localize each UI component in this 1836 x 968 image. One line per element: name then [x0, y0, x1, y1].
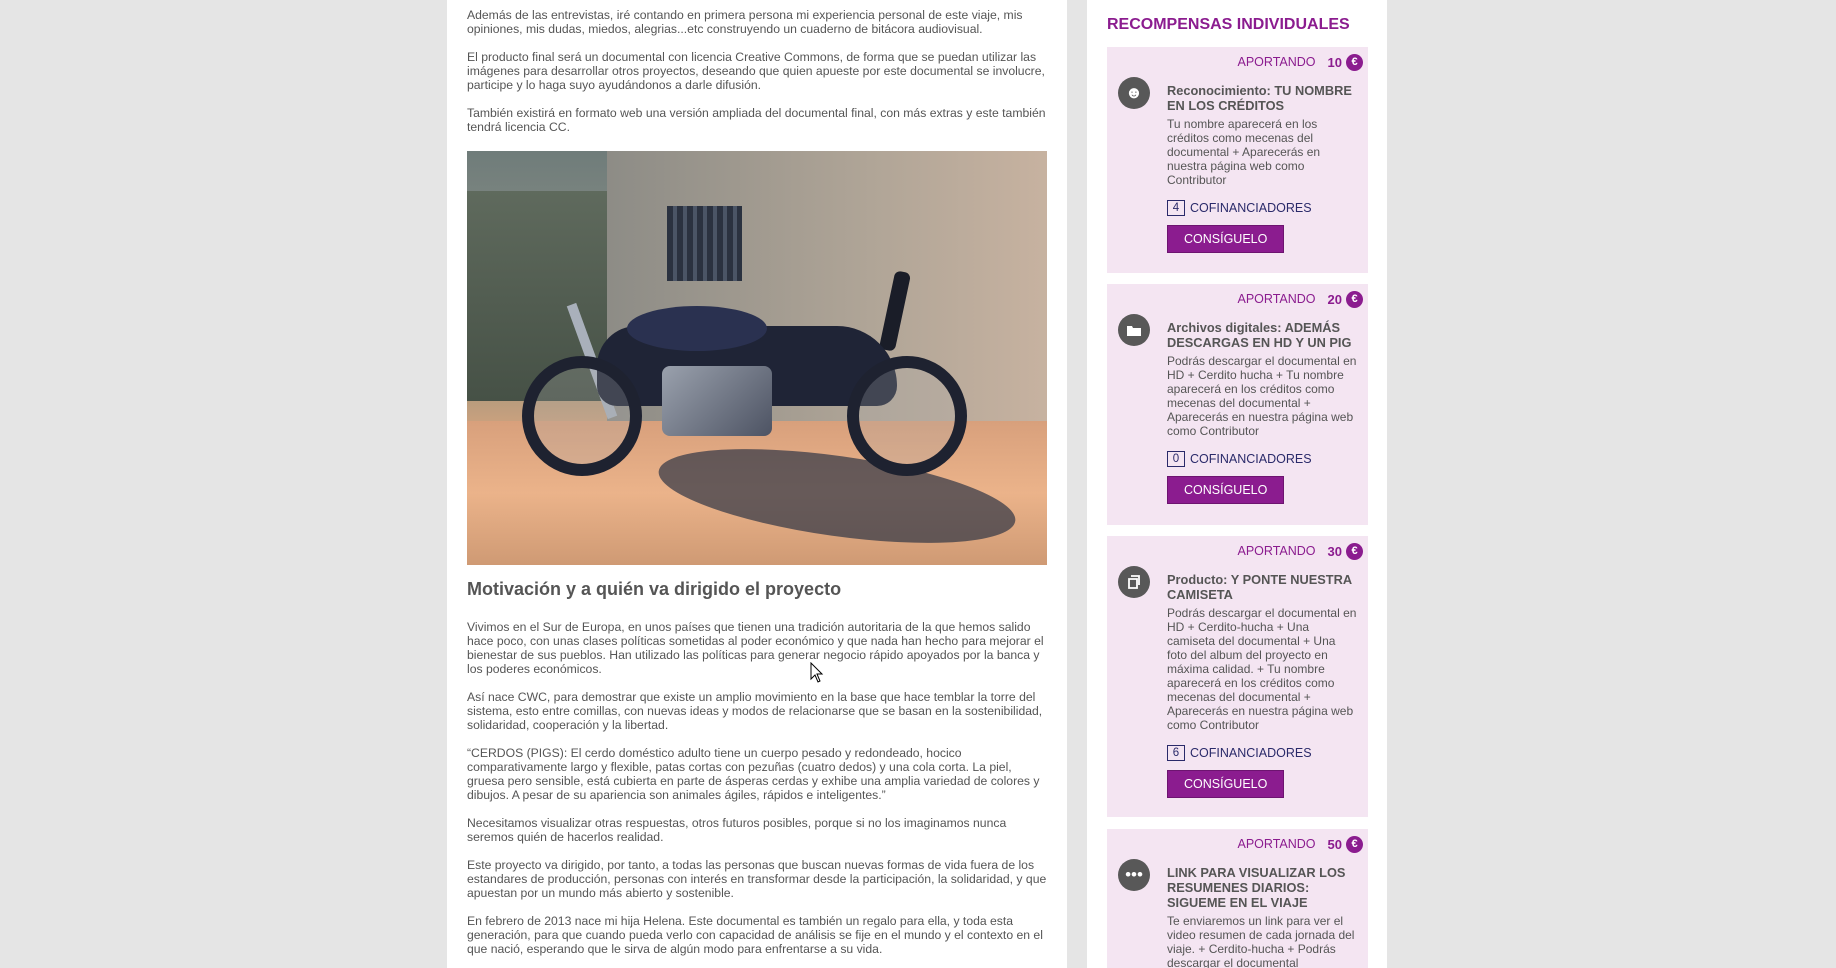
reward-amount-row: APORTANDO 10 € — [1107, 47, 1368, 77]
reward-card-30: APORTANDO 30 € Producto: Y PONTE NUESTRA… — [1107, 536, 1368, 817]
aportando-label: APORTANDO — [1237, 837, 1316, 851]
photo-engine — [662, 366, 772, 436]
reward-title: Producto: Y PONTE NUESTRA CAMISETA — [1167, 572, 1352, 602]
reward-card-10: APORTANDO 10 € ☻ Reconocimiento: TU NOMB… — [1107, 47, 1368, 273]
get-reward-button[interactable]: CONSÍGUELO — [1167, 770, 1285, 798]
reward-amount-row: APORTANDO 20 € — [1107, 284, 1368, 314]
photo-front-wheel — [522, 356, 642, 476]
paragraph-visualize: Necesitamos visualizar otras respuestas,… — [467, 816, 1007, 844]
backers-count-row: 0 COFINANCIADORES — [1167, 451, 1358, 467]
motorcycle-photo — [467, 151, 1047, 565]
backers-label: COFINANCIADORES — [1190, 452, 1312, 466]
euro-icon: € — [1346, 835, 1363, 853]
backers-count: 6 — [1167, 745, 1185, 761]
reward-description: Podrás descargar el documental en HD + C… — [1167, 354, 1357, 438]
reward-amount: 50 — [1327, 836, 1342, 852]
reward-amount-row: APORTANDO 30 € — [1107, 536, 1368, 566]
reward-title: Archivos digitales: ADEMÁS DESCARGAS EN … — [1167, 320, 1352, 350]
photo-tank — [627, 306, 767, 351]
backers-count-row: 4 COFINANCIADORES — [1167, 200, 1358, 216]
aportando-label: APORTANDO — [1237, 544, 1316, 558]
backers-count: 0 — [1167, 451, 1185, 467]
euro-icon: € — [1346, 290, 1363, 308]
reward-description: Te enviaremos un link para ver el video … — [1167, 914, 1355, 968]
photo-window — [667, 206, 742, 281]
folder-icon — [1118, 314, 1150, 346]
reward-card-20: APORTANDO 20 € Archivos digitales: ADEMÁ… — [1107, 284, 1368, 525]
aportando-label: APORTANDO — [1237, 55, 1316, 69]
euro-icon: € — [1346, 542, 1363, 560]
reward-amount-row: APORTANDO 50 € — [1107, 829, 1368, 859]
rewards-title: RECOMPENSAS INDIVIDUALES — [1107, 16, 1350, 33]
aportando-label: APORTANDO — [1237, 292, 1316, 306]
reward-card-50: APORTANDO 50 € ••• LINK PARA VISUALIZAR … — [1107, 829, 1368, 968]
backers-count: 4 — [1167, 200, 1185, 216]
paragraph-web-version: También existirá en formato web una vers… — [467, 106, 1046, 134]
reward-title: LINK PARA VISUALIZAR LOS RESUMENES DIARI… — [1167, 865, 1346, 910]
mouse-cursor-icon — [810, 662, 824, 683]
paragraph-cwc: Así nace CWC, para demostrar que existe … — [467, 690, 1043, 732]
section-heading: Motivación y a quién va dirigido el proy… — [467, 579, 842, 599]
paragraph-southern-europe: Vivimos en el Sur de Europa, en unos paí… — [467, 620, 1044, 676]
backers-count-row: 6 COFINANCIADORES — [1167, 745, 1358, 761]
more-icon: ••• — [1118, 859, 1150, 891]
paragraph-final-product: El producto final será un documental con… — [467, 50, 1045, 92]
reward-amount: 20 — [1327, 291, 1342, 307]
backers-label: COFINANCIADORES — [1190, 746, 1312, 760]
reward-amount: 30 — [1327, 543, 1342, 559]
backers-label: COFINANCIADORES — [1190, 201, 1312, 215]
paragraph-interviews: Además de las entrevistas, iré contando … — [467, 8, 1023, 36]
paragraph-audience: Este proyecto va dirigido, por tanto, a … — [467, 858, 1047, 900]
get-reward-button[interactable]: CONSÍGUELO — [1167, 476, 1285, 504]
paragraph-helena: En febrero de 2013 nace mi hija Helena. … — [467, 914, 1043, 956]
paragraph-pigs-quote: “CERDOS (PIGS): El cerdo doméstico adult… — [467, 746, 1040, 802]
project-description-column: Además de las entrevistas, iré contando … — [447, 0, 1067, 968]
reward-title: Reconocimiento: TU NOMBRE EN LOS CRÉDITO… — [1167, 83, 1352, 113]
smiley-icon: ☻ — [1118, 77, 1150, 109]
reward-description: Tu nombre aparecerá en los créditos como… — [1167, 117, 1321, 187]
product-icon — [1118, 566, 1150, 598]
rewards-sidebar: RECOMPENSAS INDIVIDUALES APORTANDO 10 € … — [1087, 0, 1387, 968]
euro-icon: € — [1346, 53, 1363, 71]
reward-description: Podrás descargar el documental en HD + C… — [1167, 606, 1357, 732]
get-reward-button[interactable]: CONSÍGUELO — [1167, 225, 1285, 253]
reward-amount: 10 — [1327, 54, 1342, 70]
photo-back-wheel — [847, 356, 967, 476]
